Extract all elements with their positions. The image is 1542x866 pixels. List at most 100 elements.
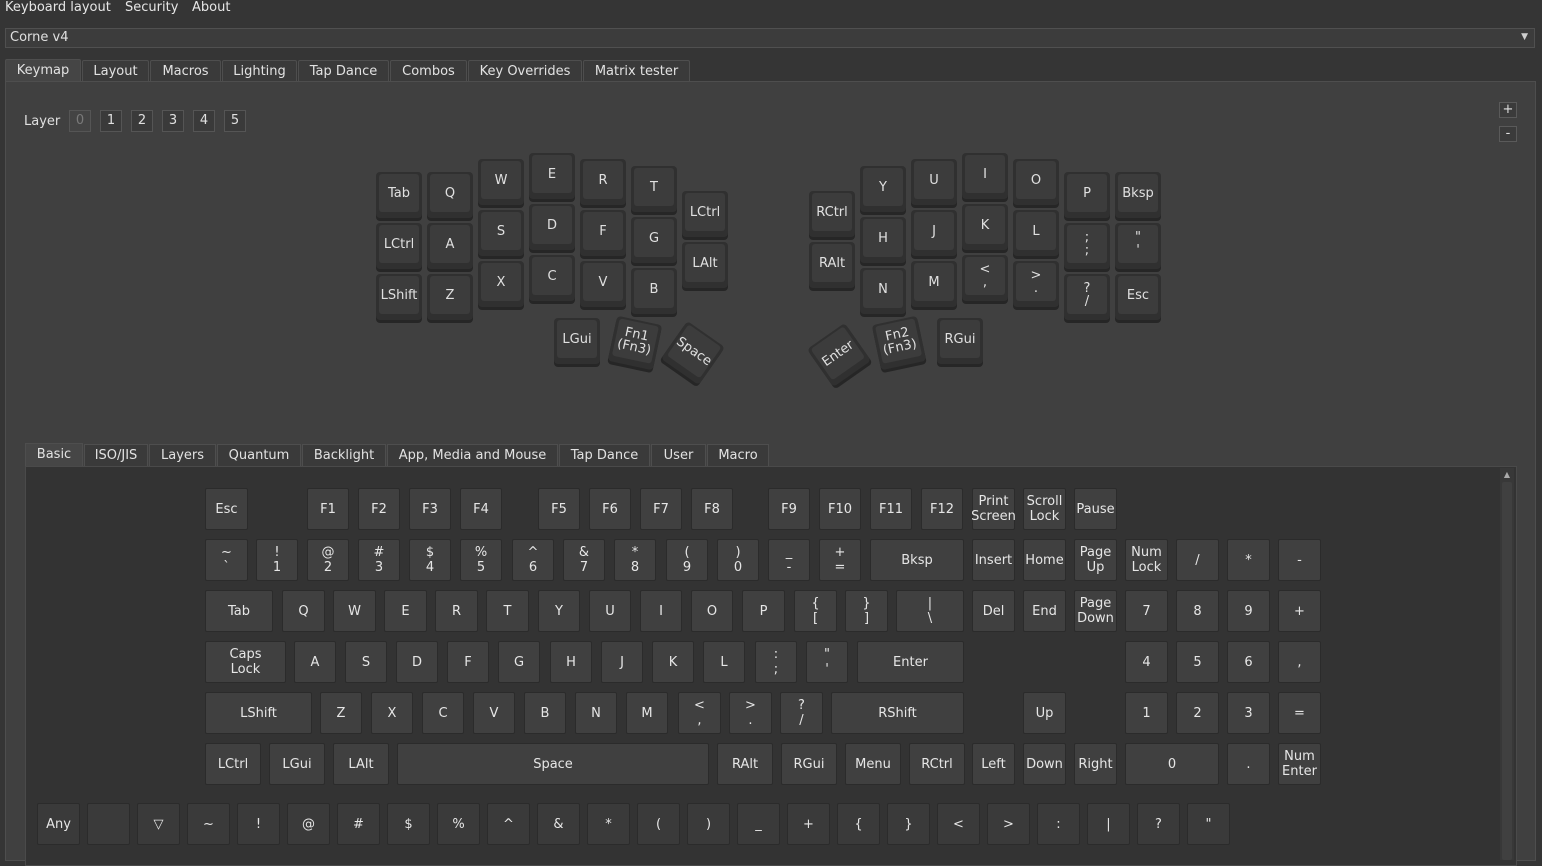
menu-about[interactable]: About xyxy=(192,0,230,16)
split-key[interactable]: D xyxy=(529,204,575,250)
keycode-button[interactable]: F8 xyxy=(691,488,733,530)
keycode-button[interactable]: ( 9 xyxy=(666,539,708,581)
split-key[interactable]: O xyxy=(1013,159,1059,205)
keycode-button[interactable]: R xyxy=(435,590,478,632)
split-key[interactable]: ? / xyxy=(1064,274,1110,320)
tab-macros[interactable]: Macros xyxy=(150,60,221,82)
keycode-button[interactable]: Down xyxy=(1023,743,1066,785)
split-key[interactable]: LCtrl xyxy=(682,191,728,237)
split-key[interactable]: RGui xyxy=(937,318,983,364)
keycode-button[interactable]: L xyxy=(703,641,745,683)
keycode-button[interactable]: : ; xyxy=(755,641,797,683)
keycode-button[interactable]: 8 xyxy=(1176,590,1219,632)
tab-backlight[interactable]: Backlight xyxy=(302,444,386,466)
keycode-button[interactable]: F7 xyxy=(640,488,682,530)
split-key[interactable]: I xyxy=(962,153,1008,199)
add-layer-button[interactable]: + xyxy=(1499,102,1517,118)
split-key[interactable]: A xyxy=(427,223,473,269)
tab-layout[interactable]: Layout xyxy=(82,60,149,82)
keycode-button[interactable]: O xyxy=(691,590,733,632)
keycode-button[interactable]: Del xyxy=(972,590,1015,632)
keycode-button[interactable]: LAlt xyxy=(333,743,389,785)
tab-combos[interactable]: Combos xyxy=(390,60,467,82)
split-key[interactable]: L xyxy=(1013,210,1059,256)
keycode-button[interactable]: Scroll Lock xyxy=(1023,488,1066,530)
tab-layers[interactable]: Layers xyxy=(149,444,216,466)
keycode-button[interactable]: RGui xyxy=(781,743,837,785)
keycode-button[interactable]: End xyxy=(1023,590,1066,632)
split-key[interactable]: H xyxy=(860,217,906,263)
tab-matrix-tester[interactable]: Matrix tester xyxy=(583,60,690,82)
keycode-button[interactable]: T xyxy=(486,590,529,632)
device-select[interactable]: Corne v4 ▼ xyxy=(5,28,1535,48)
tab-keymap[interactable]: Keymap xyxy=(5,59,81,82)
symbol-keycode-button[interactable]: " xyxy=(1187,803,1230,845)
keycode-button[interactable]: < , xyxy=(678,692,721,734)
symbol-keycode-button[interactable]: $ xyxy=(387,803,430,845)
keycode-button[interactable]: 4 xyxy=(1125,641,1168,683)
symbol-keycode-button[interactable]: @ xyxy=(287,803,330,845)
split-key[interactable]: RAlt xyxy=(809,242,855,288)
keycode-button[interactable]: % 5 xyxy=(460,539,502,581)
keycode-button[interactable]: ? / xyxy=(780,692,823,734)
symbol-keycode-button[interactable]: * xyxy=(587,803,630,845)
keycode-button[interactable]: S xyxy=(345,641,387,683)
keycode-button[interactable]: F9 xyxy=(768,488,810,530)
keycode-button[interactable]: Page Up xyxy=(1074,539,1117,581)
symbol-keycode-button[interactable]: ( xyxy=(637,803,680,845)
keycode-button[interactable]: U xyxy=(589,590,631,632)
split-key[interactable]: M xyxy=(911,261,957,307)
scroll-up-icon[interactable]: ▲ xyxy=(1500,470,1514,480)
keycode-button[interactable]: Up xyxy=(1023,692,1066,734)
keycode-button[interactable]: F5 xyxy=(538,488,580,530)
tab-quantum[interactable]: Quantum xyxy=(217,444,301,466)
keycode-button[interactable]: A xyxy=(294,641,336,683)
keycode-button[interactable]: F12 xyxy=(921,488,963,530)
keycode-button[interactable]: 3 xyxy=(1227,692,1270,734)
symbol-keycode-button[interactable]: } xyxy=(887,803,930,845)
keycode-button[interactable]: I xyxy=(640,590,682,632)
keycode-button[interactable]: @ 2 xyxy=(307,539,349,581)
keycode-button[interactable]: 5 xyxy=(1176,641,1219,683)
keycode-button[interactable]: _ - xyxy=(768,539,810,581)
split-key[interactable]: K xyxy=(962,204,1008,250)
keycode-button[interactable]: F6 xyxy=(589,488,631,530)
tab-user[interactable]: User xyxy=(651,444,706,466)
symbol-keycode-button[interactable]: & xyxy=(537,803,580,845)
split-key[interactable]: < , xyxy=(962,255,1008,301)
split-key[interactable]: Q xyxy=(427,172,473,218)
symbol-keycode-button[interactable] xyxy=(87,803,130,845)
symbol-keycode-button[interactable]: ~ xyxy=(187,803,230,845)
keycode-button[interactable]: { [ xyxy=(794,590,837,632)
keycode-button[interactable]: G xyxy=(498,641,540,683)
split-key[interactable]: X xyxy=(478,261,524,307)
keycode-button[interactable]: Menu xyxy=(845,743,901,785)
layer-button-5[interactable]: 5 xyxy=(224,110,246,132)
keycode-button[interactable]: Tab xyxy=(205,590,273,632)
split-key[interactable]: Z xyxy=(427,274,473,320)
symbol-keycode-button[interactable]: { xyxy=(837,803,880,845)
keycode-button[interactable]: LShift xyxy=(205,692,312,734)
split-key[interactable]: Tab xyxy=(376,172,422,218)
keycode-button[interactable]: Space xyxy=(397,743,709,785)
symbol-keycode-button[interactable]: ! xyxy=(237,803,280,845)
layer-button-1[interactable]: 1 xyxy=(100,110,122,132)
split-key[interactable]: R xyxy=(580,159,626,205)
split-key[interactable]: F xyxy=(580,210,626,256)
keycode-button[interactable]: F xyxy=(447,641,489,683)
keycode-button[interactable]: LCtrl xyxy=(205,743,261,785)
keycode-button[interactable]: - xyxy=(1278,539,1321,581)
keycode-button[interactable]: RAlt xyxy=(717,743,773,785)
tab-lighting[interactable]: Lighting xyxy=(222,60,297,82)
split-key[interactable]: P xyxy=(1064,172,1110,218)
split-key[interactable]: T xyxy=(631,166,677,212)
keycode-button[interactable]: 7 xyxy=(1125,590,1168,632)
keycode-button[interactable]: Num Lock xyxy=(1125,539,1168,581)
split-key[interactable]: E xyxy=(529,153,575,199)
tab-tap-dance[interactable]: Tap Dance xyxy=(298,60,389,82)
keycode-button[interactable]: | \ xyxy=(896,590,964,632)
keycode-button[interactable]: , xyxy=(1278,641,1321,683)
scrollbar-thumb[interactable] xyxy=(1502,482,1512,860)
symbol-keycode-button[interactable]: ? xyxy=(1137,803,1180,845)
split-key[interactable]: Fn2 (Fn3) xyxy=(871,315,927,371)
